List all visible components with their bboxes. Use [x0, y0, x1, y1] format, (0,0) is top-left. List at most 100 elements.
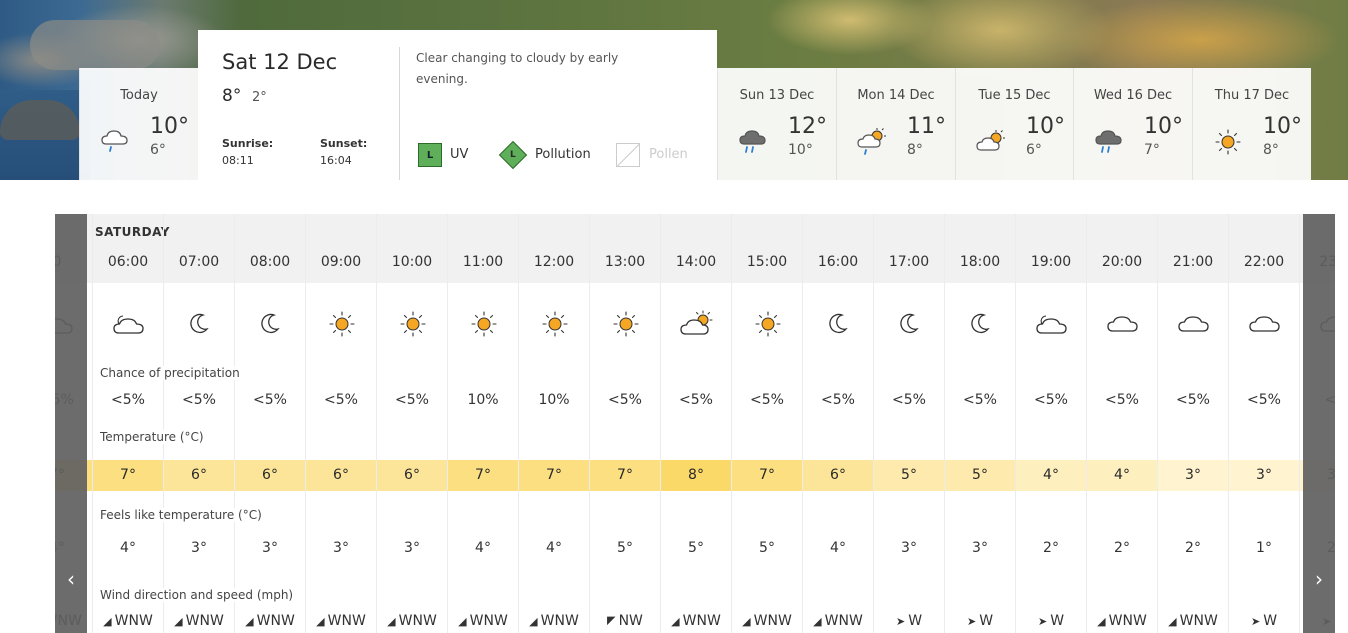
pollution-badge[interactable]: L [498, 140, 528, 170]
pollution-badge-letter: L [510, 150, 516, 160]
hourly-column: 06:00 <5% 7° 4° ◢ WNW [92, 214, 163, 633]
wind-direction: W [1263, 613, 1278, 629]
hour-wind: ➤W [1229, 613, 1299, 629]
wind-arrow-icon: ➤ [966, 615, 977, 628]
hour-feels-like: 3° [404, 540, 420, 556]
moon-icon [829, 313, 848, 334]
day-tab-label: Today [120, 88, 158, 103]
day-min-temp: 8° [907, 142, 923, 158]
wind-arrow-icon: ➤ [1250, 615, 1261, 628]
scroll-right-button[interactable]: › [1303, 214, 1335, 633]
day-tab-thu-17[interactable]: Thu 17 Dec 10° 8° [1192, 68, 1311, 180]
pollution-label[interactable]: Pollution [535, 147, 591, 162]
hour-temperature: 7° [519, 460, 589, 491]
moon-icon [261, 313, 280, 334]
day-tab-sun-13[interactable]: Sun 13 Dec 12° 10° [717, 68, 836, 180]
day-max-temp: 10° [1144, 114, 1183, 139]
uv-label[interactable]: UV [450, 147, 468, 162]
hour-temperature: 4° [1087, 460, 1157, 491]
precip-row-label: Chance of precipitation [100, 366, 244, 380]
hour-temperature: 7° [93, 460, 163, 491]
hour-temperature: 8° [661, 460, 731, 491]
scroll-left-button[interactable]: ‹ [55, 214, 87, 633]
panel-divider [399, 47, 400, 180]
sun-icon [471, 311, 497, 337]
wind-arrow-icon: ◢ [316, 615, 325, 628]
pollen-label: Pollen [649, 147, 688, 162]
wind-direction: WNW [682, 613, 721, 629]
hour-wind: ◢WNW [732, 613, 802, 629]
hourly-column: 20:00 <5% 4° 2° ◢ WNW [1086, 214, 1157, 633]
hour-temperature: 6° [803, 460, 873, 491]
uv-badge[interactable]: L [418, 143, 442, 167]
hour-precip-chance: <5% [1247, 392, 1281, 408]
hourly-column: 17:00 <5% 5° 3° ➤ W [873, 214, 944, 633]
day-tab-label: Thu 17 Dec [1214, 88, 1290, 103]
hour-temperature: 7° [732, 460, 802, 491]
hour-precip-chance: <5% [182, 392, 216, 408]
cloud-icon [1249, 316, 1280, 332]
hour-feels-like: 2° [1114, 540, 1130, 556]
wind-arrow-icon: ◢ [529, 615, 538, 628]
moon-icon [971, 313, 990, 334]
hour-feels-like: 2° [1185, 540, 1201, 556]
hour-precip-chance: <5% [963, 392, 997, 408]
wind-direction: W [979, 613, 994, 629]
hour-time: 06:00 [107, 254, 149, 270]
hour-temperature: 6° [235, 460, 305, 491]
hour-wind: ◢WNW [1087, 613, 1157, 629]
sun-icon [1215, 129, 1241, 155]
hourly-column: 10:00 <5% 6° 3° ◢ WNW [376, 214, 447, 633]
rain-cloud-icon [101, 130, 128, 152]
hour-feels-like: 2° [1043, 540, 1059, 556]
hour-time: 10:00 [391, 254, 433, 270]
wind-direction: WNW [114, 613, 153, 629]
hour-feels-like: 4° [475, 540, 491, 556]
wind-direction: WNW [256, 613, 295, 629]
sun-icon [329, 311, 355, 337]
hour-wind: ➤W [874, 613, 944, 629]
day-tab-tue-15[interactable]: Tue 15 Dec 10° 6° [955, 68, 1073, 180]
hour-time: 16:00 [817, 254, 859, 270]
hour-feels-like: 4° [546, 540, 562, 556]
hour-wind: ◢WNW [93, 613, 163, 629]
hourly-column: 14:00 <5% 8° 5° ◢ WNW [660, 214, 731, 633]
hour-wind: ◢WNW [306, 613, 376, 629]
hourly-column: 21:00 <5% 3° 2° ◢ WNW [1157, 214, 1228, 633]
hour-feels-like: 1° [1256, 540, 1272, 556]
hour-precip-chance: <5% [1176, 392, 1210, 408]
hour-precip-chance: <5% [395, 392, 429, 408]
hour-feels-like: 5° [617, 540, 633, 556]
hour-precip-chance: 10% [467, 392, 499, 408]
hour-time: 09:00 [320, 254, 362, 270]
hour-temperature: 7° [448, 460, 518, 491]
hour-feels-like: 5° [688, 540, 704, 556]
hour-wind: ◢WNW [377, 613, 447, 629]
sun-cloud-icon [680, 310, 713, 335]
hour-wind: ◢WNW [448, 613, 518, 629]
moon-icon [190, 313, 209, 334]
sunrise-label: Sunrise: [222, 137, 274, 150]
day-tab-label: Sun 13 Dec [739, 88, 815, 103]
wind-arrow-icon: ➤ [895, 615, 906, 628]
day-min-temp: 6° [1026, 142, 1042, 158]
chevron-left-icon: ‹ [67, 566, 75, 591]
wind-direction: WNW [398, 613, 437, 629]
pollen-badge [616, 143, 640, 167]
day-tab-mon-14[interactable]: Mon 14 Dec 11° 8° [836, 68, 955, 180]
sunrise-time: 08:11 [222, 154, 254, 167]
wind-direction: WNW [824, 613, 863, 629]
hourly-column: 13:00 <5% 7° 5° ◢ NW [589, 214, 660, 633]
wind-direction: WNW [540, 613, 579, 629]
temp-row-label: Temperature (°C) [100, 430, 208, 444]
day-tab-wed-16[interactable]: Wed 16 Dec 10° 7° [1073, 68, 1192, 180]
hour-time: 14:00 [675, 254, 717, 270]
day-tab-today[interactable]: Today 10° 6° [79, 68, 198, 180]
hourly-column: 22:00 <5% 3° 1° ➤ W [1228, 214, 1299, 633]
cloud-icon [1107, 316, 1138, 332]
hour-time: 21:00 [1172, 254, 1214, 270]
wind-direction: W [1050, 613, 1065, 629]
day-tab-label: Mon 14 Dec [857, 88, 935, 103]
moon-icon [900, 313, 919, 334]
hour-temperature: 3° [1158, 460, 1228, 491]
